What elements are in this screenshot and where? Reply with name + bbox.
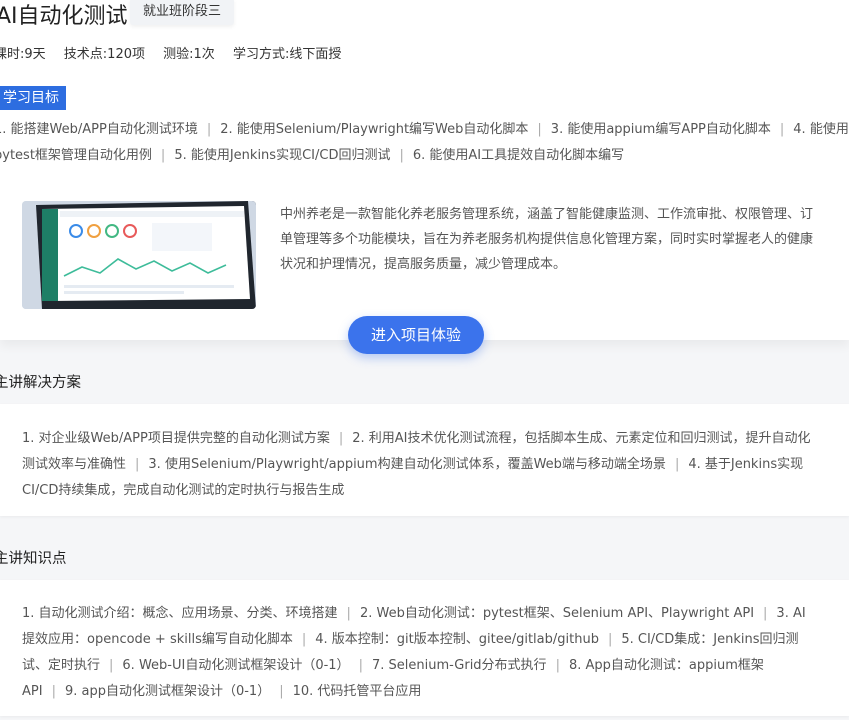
solution-item: 1. 对企业级Web/APP项目提供完整的自动化测试方案: [22, 431, 330, 446]
knowledge-item: 2. Web自动化测试：pytest框架、Selenium API、Playwr…: [359, 606, 755, 621]
solutions-list: 1. 对企业级Web/APP项目提供完整的自动化测试方案 | 2. 利用AI技术优化…: [22, 431, 811, 498]
knowledge-item: 6. Web-UI自动化测试框架设计（0-1）: [122, 658, 350, 673]
course-title: AI自动化测试: [0, 4, 128, 29]
knowledge-item: 4. 版本控制：git版本控制、gitee/gitlab/github: [315, 632, 599, 647]
project-description: 中州养老是一款智能化养老服务管理系统，涵盖了智能健康监测、工作流审批、权限管理、…: [280, 207, 814, 272]
goals-tag: 学习目标: [0, 86, 66, 110]
goals-list: 1. 能搭建Web/APP自动化测试环境 | 2. 能使用Selenium/Play…: [0, 117, 849, 169]
stage-badge: 就业班阶段三: [130, 0, 234, 25]
knowledge-item: 10. 代码托管平台应用: [292, 684, 422, 699]
project-screenshot-image: [22, 201, 256, 309]
dashboard-screenshot-icon: [22, 201, 256, 309]
solutions-title: 主讲解决方案: [0, 375, 81, 391]
solutions-card: 1. 对企业级Web/APP项目提供完整的自动化测试方案 | 2. 利用AI技术优化…: [0, 404, 849, 516]
knowledge-list: 1. 自动化测试介绍：概念、应用场景、分类、环境搭建 | 2. Web自动化测试：p…: [22, 606, 806, 699]
goal-item: 6. 能使用AI工具提效自动化脚本编写: [412, 148, 625, 163]
course-header-card: AI自动化测试 就业班阶段三 课时:9天 技术点:120项 测验:1次 学习方式…: [0, 0, 849, 340]
knowledge-item: 9. app自动化测试框架设计（0-1）: [64, 684, 271, 699]
knowledge-title: 主讲知识点: [0, 551, 67, 567]
goal-item: 2. 能使用Selenium/Playwright编写Web自动化脚本: [220, 122, 529, 137]
meta-tech-points: 技术点:120项: [63, 47, 145, 62]
meta-quiz: 测验:1次: [163, 47, 215, 62]
course-meta: 课时:9天 技术点:120项 测验:1次 学习方式:线下面授: [0, 43, 355, 62]
knowledge-item: 1. 自动化测试介绍：概念、应用场景、分类、环境搭建: [22, 606, 338, 621]
knowledge-card: 1. 自动化测试介绍：概念、应用场景、分类、环境搭建 | 2. Web自动化测试：p…: [0, 580, 849, 716]
goal-item: 5. 能使用Jenkins实现CI/CD回归测试: [174, 148, 391, 163]
knowledge-item: 7. Selenium-Grid分布式执行: [371, 658, 547, 673]
enter-project-button[interactable]: 进入项目体验: [348, 316, 484, 354]
goal-item: 1. 能搭建Web/APP自动化测试环境: [0, 122, 198, 137]
goal-item: 3. 能使用appium编写APP自动化脚本: [550, 122, 771, 137]
meta-learning-mode: 学习方式:线下面授: [232, 47, 342, 62]
solution-item: 3. 使用Selenium/Playwright/appium构建自动化测试体系…: [148, 457, 666, 472]
meta-duration: 课时:9天: [0, 47, 46, 62]
